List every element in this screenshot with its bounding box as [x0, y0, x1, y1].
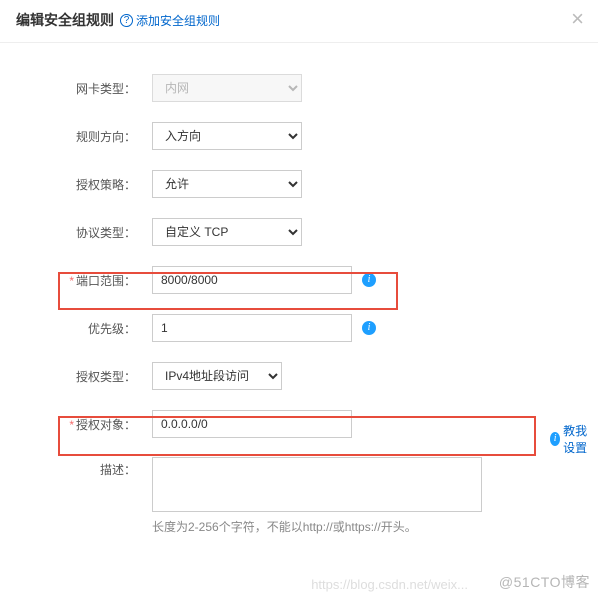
select-auth-type[interactable]: IPv4地址段访问	[152, 362, 282, 390]
row-policy: 授权策略： 允许	[30, 169, 568, 199]
select-policy[interactable]: 允许	[152, 170, 302, 198]
info-icon[interactable]: i	[362, 321, 376, 335]
row-direction: 规则方向： 入方向	[30, 121, 568, 151]
row-priority: 优先级： i	[30, 313, 568, 343]
textarea-description[interactable]	[152, 457, 482, 512]
info-icon: i	[550, 432, 560, 446]
form: 网卡类型： 内网 规则方向： 入方向 授权策略： 允许 协议类型： 自定义 TC…	[0, 43, 598, 549]
description-hint: 长度为2-256个字符，不能以http://或https://开头。	[152, 518, 568, 535]
label-nic-type: 网卡类型：	[30, 80, 140, 97]
select-protocol[interactable]: 自定义 TCP	[152, 218, 302, 246]
label-auth-obj: *授权对象：	[30, 416, 140, 433]
info-icon[interactable]: i	[362, 273, 376, 287]
label-policy: 授权策略：	[30, 176, 140, 193]
row-nic-type: 网卡类型： 内网	[30, 73, 568, 103]
select-nic-type: 内网	[152, 74, 302, 102]
row-port: *端口范围： i	[30, 265, 568, 295]
watermark-url: https://blog.csdn.net/weix...	[311, 577, 468, 592]
label-description: 描述：	[30, 457, 140, 478]
label-direction: 规则方向：	[30, 128, 140, 145]
row-protocol: 协议类型： 自定义 TCP	[30, 217, 568, 247]
help-link-text: 添加安全组规则	[136, 12, 220, 29]
teach-link-text: 教我设置	[563, 422, 598, 456]
label-priority: 优先级：	[30, 320, 140, 337]
close-icon[interactable]: ×	[571, 8, 584, 30]
label-auth-type: 授权类型：	[30, 368, 140, 385]
row-auth-obj: *授权对象：	[30, 409, 568, 439]
input-port-range[interactable]	[152, 266, 352, 294]
input-auth-object[interactable]	[152, 410, 352, 438]
dialog-header: 编辑安全组规则 ? 添加安全组规则 ×	[0, 0, 598, 43]
select-direction[interactable]: 入方向	[152, 122, 302, 150]
row-description: 描述：	[30, 457, 568, 512]
row-auth-type: 授权类型： IPv4地址段访问	[30, 361, 568, 391]
label-protocol: 协议类型：	[30, 224, 140, 241]
watermark: @51CTO博客	[499, 572, 590, 592]
teach-link[interactable]: i 教我设置	[550, 422, 598, 456]
question-icon: ?	[120, 14, 133, 27]
label-port: *端口范围：	[30, 272, 140, 289]
help-link[interactable]: ? 添加安全组规则	[120, 12, 220, 29]
input-priority[interactable]	[152, 314, 352, 342]
dialog-title: 编辑安全组规则	[16, 10, 114, 30]
